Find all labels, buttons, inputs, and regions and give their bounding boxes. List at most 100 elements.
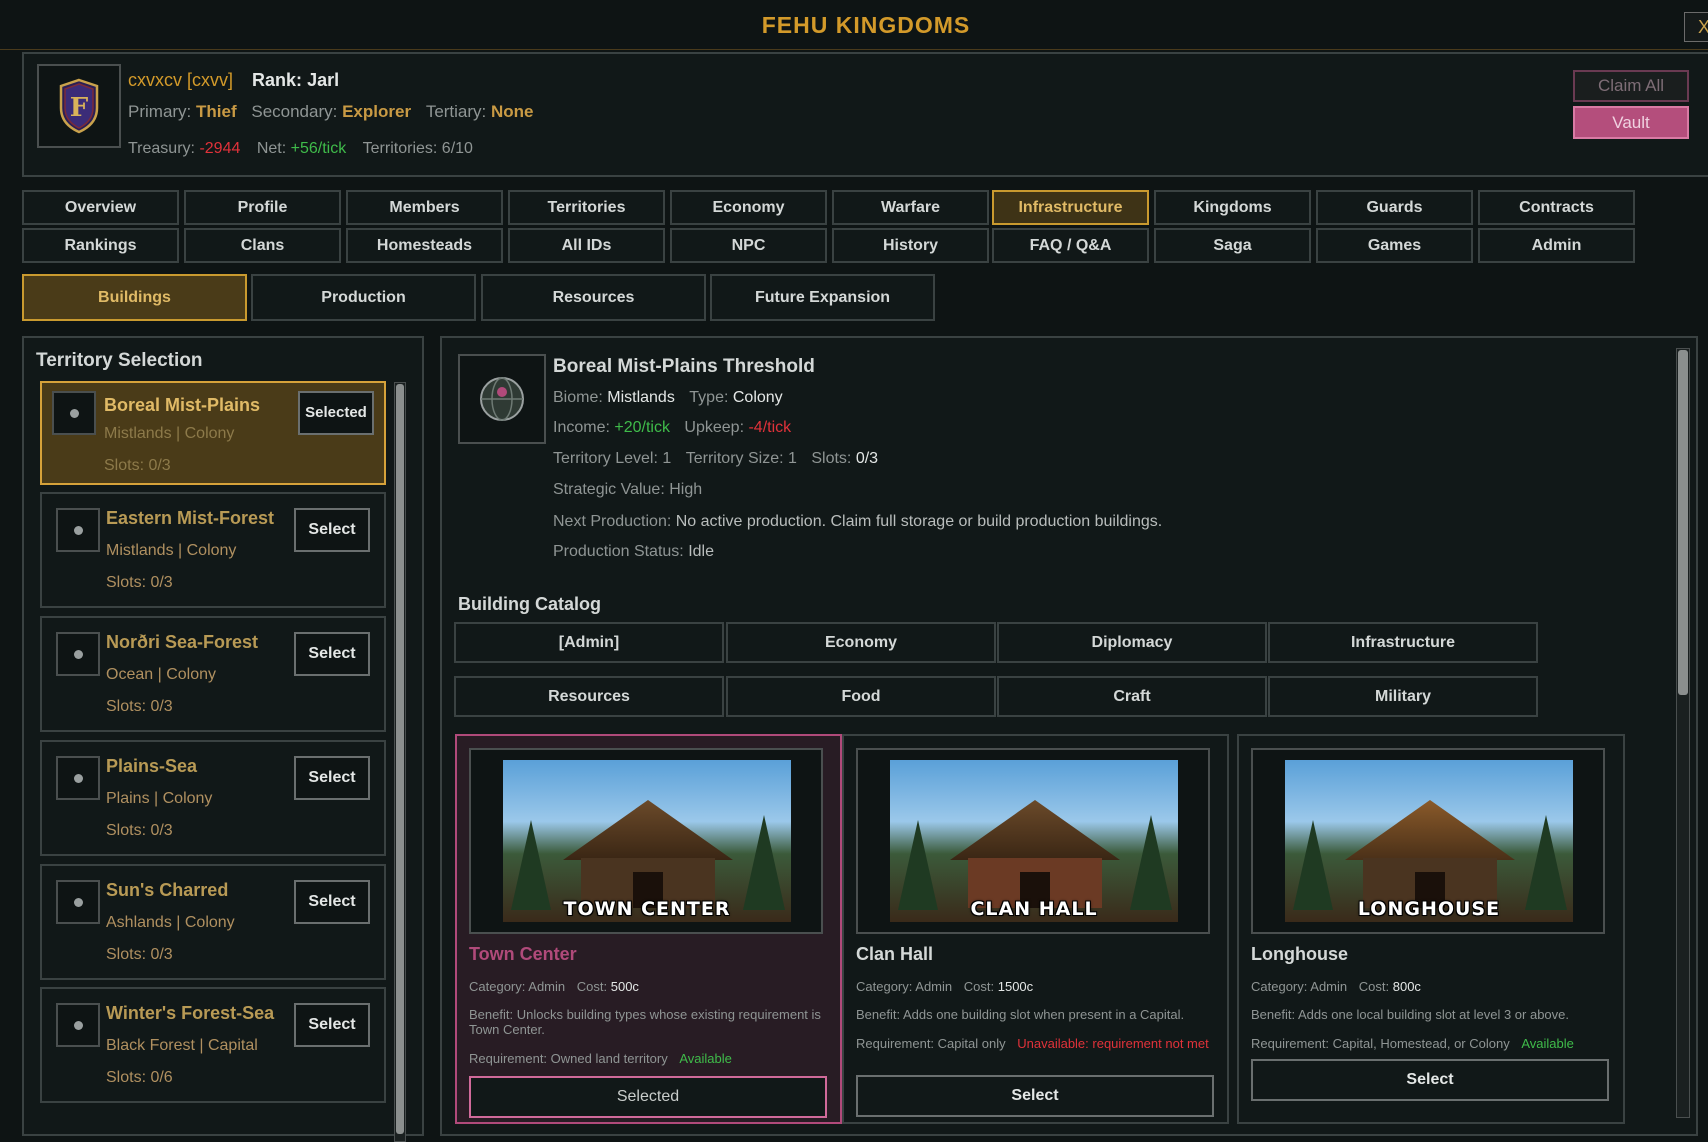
tab-profile[interactable]: Profile [184,190,341,225]
tab-homesteads[interactable]: Homesteads [346,228,503,263]
catalog-tab-military[interactable]: Military [1268,676,1538,717]
claim-all-button[interactable]: Claim All [1573,70,1689,102]
tab-faq[interactable]: FAQ / Q&A [992,228,1149,263]
tab-infrastructure[interactable]: Infrastructure [992,190,1149,225]
territory-list-scroll-thumb[interactable] [396,384,404,1134]
territory-item[interactable]: Plains-Sea Plains | Colony Slots: 0/3 Se… [40,740,386,856]
building-select-button[interactable]: Select [856,1075,1214,1117]
benefit-value: Adds one building slot when present in a… [903,1007,1185,1022]
subtab-future-expansion[interactable]: Future Expansion [710,274,935,321]
income-label: Income: [553,419,610,436]
catalog-tab-economy[interactable]: Economy [726,622,996,663]
slots-value: 0/3 [855,450,879,467]
catalog-tab-diplomacy[interactable]: Diplomacy [997,622,1267,663]
upkeep-label: Upkeep: [684,419,745,436]
catalog-tab-food[interactable]: Food [726,676,996,717]
biome-label: Biome: [553,389,603,406]
tab-games[interactable]: Games [1316,228,1473,263]
tab-territories[interactable]: Territories [508,190,665,225]
building-select-button[interactable]: Select [1251,1059,1609,1101]
building-card-clan-hall[interactable]: CLAN HALL Clan Hall Category: Admin Cost… [842,734,1229,1124]
detail-level-size-slots: Territory Level: 1 Territory Size: 1 Slo… [553,450,878,468]
tab-kingdoms[interactable]: Kingdoms [1154,190,1311,225]
territory-detail-icon [458,354,546,444]
category-label: Category: [469,979,526,994]
detail-production-status: Production Status: Idle [553,543,714,561]
building-requirement: Requirement: Capital only Unavailable: r… [856,1036,1216,1051]
vault-button[interactable]: Vault [1573,106,1689,139]
territory-globe-icon [56,756,100,800]
catalog-tab-craft[interactable]: Craft [997,676,1267,717]
cost-label: Cost: [1358,979,1390,994]
territory-selected-button[interactable]: Selected [298,391,374,435]
building-selected-button[interactable]: Selected [469,1076,827,1118]
territory-select-button[interactable]: Select [294,508,370,552]
requirement-value: Owned land territory [550,1051,668,1066]
tab-history[interactable]: History [832,228,989,263]
tab-members[interactable]: Members [346,190,503,225]
territory-item[interactable]: Boreal Mist-Plains Mistlands | Colony Sl… [40,381,386,485]
building-card-longhouse[interactable]: LONGHOUSE Longhouse Category: Admin Cost… [1237,734,1625,1124]
building-requirement: Requirement: Capital, Homestead, or Colo… [1251,1036,1611,1051]
building-image-frame: CLAN HALL [856,748,1210,934]
territory-item[interactable]: Norðri Sea-Forest Ocean | Colony Slots: … [40,616,386,732]
detail-scroll-thumb[interactable] [1678,350,1688,695]
detail-biome-type: Biome: Mistlands Type: Colony [553,389,783,407]
income-value: +20/tick [614,419,670,436]
strategic-value: High [669,481,703,498]
building-image: TOWN CENTER [503,760,791,922]
cost-label: Cost: [963,979,995,994]
tab-overview[interactable]: Overview [22,190,179,225]
territory-select-button[interactable]: Select [294,1003,370,1047]
cost-value: 800c [1392,979,1421,994]
tertiary-value: None [491,102,534,121]
territory-biome-type: Mistlands | Colony [104,425,235,442]
emblem-letter: F [70,93,89,123]
territory-slots: Slots: 0/3 [106,946,173,963]
building-requirement: Requirement: Owned land territory Availa… [469,1051,829,1066]
tab-guards[interactable]: Guards [1316,190,1473,225]
building-image-frame: TOWN CENTER [469,748,823,934]
tab-admin[interactable]: Admin [1478,228,1635,263]
territory-select-button[interactable]: Select [294,756,370,800]
cost-value: 1500c [997,979,1034,994]
building-image: LONGHOUSE [1285,760,1573,922]
territory-name: Winter's Forest-Sea [106,1003,275,1023]
tab-rankings[interactable]: Rankings [22,228,179,263]
building-card-town-center[interactable]: TOWN CENTER Town Center Category: Admin … [455,734,842,1124]
subtab-buildings[interactable]: Buildings [22,274,247,321]
territory-slots: Slots: 0/6 [106,1069,173,1086]
tab-saga[interactable]: Saga [1154,228,1311,263]
territory-select-button[interactable]: Select [294,880,370,924]
category-value: Admin [528,979,566,994]
net-value: +56/tick [290,140,347,157]
tab-warfare[interactable]: Warfare [832,190,989,225]
tab-all-ids[interactable]: All IDs [508,228,665,263]
territory-slots: Slots: 0/3 [106,698,173,715]
subtab-production[interactable]: Production [251,274,476,321]
treasury-label: Treasury: [128,140,195,157]
benefit-label: Benefit: [1251,1007,1296,1022]
rank-label: Rank: [252,70,303,90]
tab-npc[interactable]: NPC [670,228,827,263]
territory-biome-type: Ocean | Colony [106,666,216,683]
building-image-caption: CLAN HALL [970,898,1098,920]
tab-clans[interactable]: Clans [184,228,341,263]
type-value: Colony [732,389,783,406]
close-button[interactable]: X [1684,12,1708,42]
catalog-tab-admin[interactable]: [Admin] [454,622,724,663]
catalog-tab-resources[interactable]: Resources [454,676,724,717]
detail-title: Boreal Mist-Plains Threshold [553,356,815,377]
territory-item[interactable]: Sun's Charred Ashlands | Colony Slots: 0… [40,864,386,980]
territory-select-button[interactable]: Select [294,632,370,676]
next-production-label: Next Production: [553,513,672,530]
subtab-resources[interactable]: Resources [481,274,706,321]
territory-item[interactable]: Winter's Forest-Sea Black Forest | Capit… [40,987,386,1103]
territory-item[interactable]: Eastern Mist-Forest Mistlands | Colony S… [40,492,386,608]
tab-contracts[interactable]: Contracts [1478,190,1635,225]
cost-value: 500c [610,979,639,994]
category-label: Category: [1251,979,1308,994]
catalog-tab-infrastructure[interactable]: Infrastructure [1268,622,1538,663]
secondary-label: Secondary: [251,102,338,121]
tab-economy[interactable]: Economy [670,190,827,225]
